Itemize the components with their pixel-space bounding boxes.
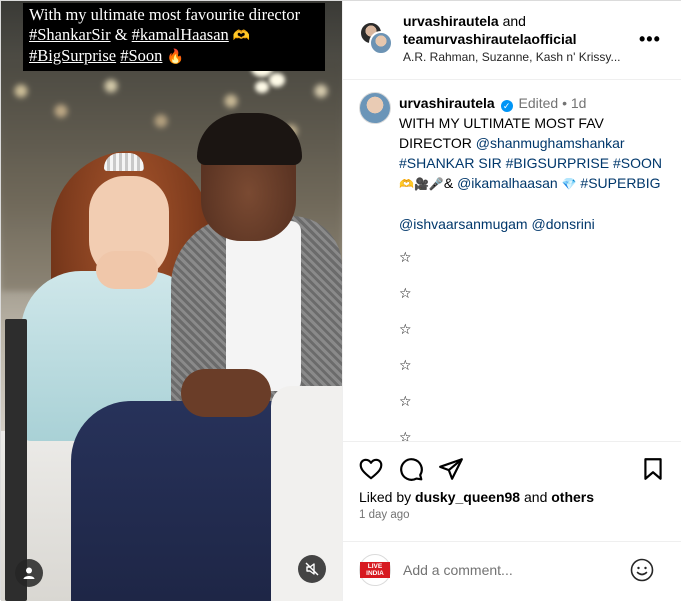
mention-link[interactable]: @ikamalhaasan xyxy=(457,175,558,191)
mention-link[interactable]: @donsrini xyxy=(532,216,595,232)
man-shirt xyxy=(226,221,301,391)
caption-hashtag: #Soon xyxy=(120,46,163,65)
mention-link[interactable]: @ishvaarsanmugam xyxy=(399,216,528,232)
hashtag-link[interactable]: #SHANKAR xyxy=(399,155,474,171)
live-india-logo: LIVE INDIA xyxy=(360,562,390,578)
caption-ampersand: & xyxy=(443,175,454,191)
person-icon xyxy=(23,567,35,579)
liked-user-link[interactable]: dusky_queen98 xyxy=(415,489,520,505)
avatar xyxy=(369,31,393,55)
mute-button[interactable] xyxy=(298,555,326,583)
edited-label: Edited xyxy=(518,95,559,111)
stage-light xyxy=(269,73,285,87)
username-link[interactable]: urvashirautela xyxy=(399,95,495,111)
fire-emoji: 🔥 xyxy=(166,49,184,65)
user-tags-button[interactable] xyxy=(15,559,43,587)
caption-word: SIR xyxy=(478,155,502,171)
heart-hands-emoji: 🫶 xyxy=(232,28,251,44)
caption-line1: With my ultimate most favourite director xyxy=(29,5,301,24)
man-hands xyxy=(181,369,271,417)
speaker-muted-icon xyxy=(305,562,319,576)
post-actions: Liked by dusky_queen98 and others 1 day … xyxy=(343,441,681,541)
post-caption-area: urvashirautela ✓ Edited • 1d WITH MY ULT… xyxy=(343,81,681,441)
and-label: and xyxy=(502,13,526,29)
share-icon[interactable] xyxy=(438,456,464,482)
liked-and: and xyxy=(524,489,548,505)
separator-dot: • xyxy=(562,95,567,111)
media-caption-overlay: With my ultimate most favourite director… xyxy=(23,3,325,71)
liked-prefix: Liked by xyxy=(359,489,412,505)
author-link[interactable]: urvashirautela xyxy=(403,13,499,29)
post-header: urvashirautela and teamurvashirautelaoff… xyxy=(343,1,681,80)
smiley-icon[interactable] xyxy=(629,557,655,583)
hashtag-link[interactable]: #BIGSURPRISE xyxy=(506,155,609,171)
star-line: ☆ xyxy=(399,394,412,410)
star-line: ☆ xyxy=(399,358,412,374)
woman-hand xyxy=(96,251,158,289)
stage-light xyxy=(255,81,269,93)
caption-hashtag: #kamalHaasan xyxy=(131,25,229,44)
more-options-button[interactable]: ••• xyxy=(639,29,661,50)
heart-icon[interactable] xyxy=(358,456,384,482)
caption-hashtag: #ShankarSir xyxy=(29,25,111,44)
gem-emoji: 💎 xyxy=(561,177,577,191)
bookmark-icon[interactable] xyxy=(640,456,666,482)
post-age[interactable]: 1d xyxy=(571,95,587,111)
post-media[interactable]: With my ultimate most favourite director… xyxy=(1,1,342,601)
post-side-panel: urvashirautela and teamurvashirautelaoff… xyxy=(342,1,681,601)
mention-link[interactable]: @shanmughamshankar xyxy=(476,135,625,151)
star-line: ☆ xyxy=(399,250,412,266)
hashtag-link[interactable]: #SUPERBIG xyxy=(580,175,660,191)
instagram-post-window: With my ultimate most favourite director… xyxy=(0,0,681,601)
caption-emojis: 🫶🎥🎤 xyxy=(399,177,444,191)
caption-text: urvashirautela ✓ Edited • 1d WITH MY ULT… xyxy=(399,93,671,441)
liked-by: Liked by dusky_queen98 and others xyxy=(359,489,594,505)
collab-avatars[interactable] xyxy=(359,21,393,55)
star-list: ☆ ☆ ☆ ☆ ☆ ☆ xyxy=(399,248,671,441)
comment-input[interactable] xyxy=(403,559,623,581)
author-link[interactable]: teamurvashirautelaofficial xyxy=(403,31,577,47)
tiara xyxy=(104,153,144,171)
comment-icon[interactable] xyxy=(398,456,424,482)
avatar[interactable] xyxy=(359,92,391,124)
verified-badge-icon: ✓ xyxy=(500,100,513,112)
caption-ampersand: & xyxy=(114,25,128,44)
audio-attribution[interactable]: A.R. Rahman, Suzanne, Kash n' Krissy... xyxy=(403,50,643,64)
live-india-avatar: LIVE INDIA xyxy=(359,554,391,586)
hashtag-link[interactable]: #SOON xyxy=(613,155,662,171)
comment-bar: LIVE INDIA xyxy=(343,541,681,601)
liked-others-link[interactable]: others xyxy=(551,489,594,505)
star-line: ☆ xyxy=(399,430,412,441)
collab-authors: urvashirautela and teamurvashirautelaoff… xyxy=(403,12,643,48)
star-line: ☆ xyxy=(399,322,412,338)
post-time[interactable]: 1 day ago xyxy=(359,509,410,521)
star-line: ☆ xyxy=(399,286,412,302)
caption-hashtag: #BigSurprise xyxy=(29,46,117,65)
